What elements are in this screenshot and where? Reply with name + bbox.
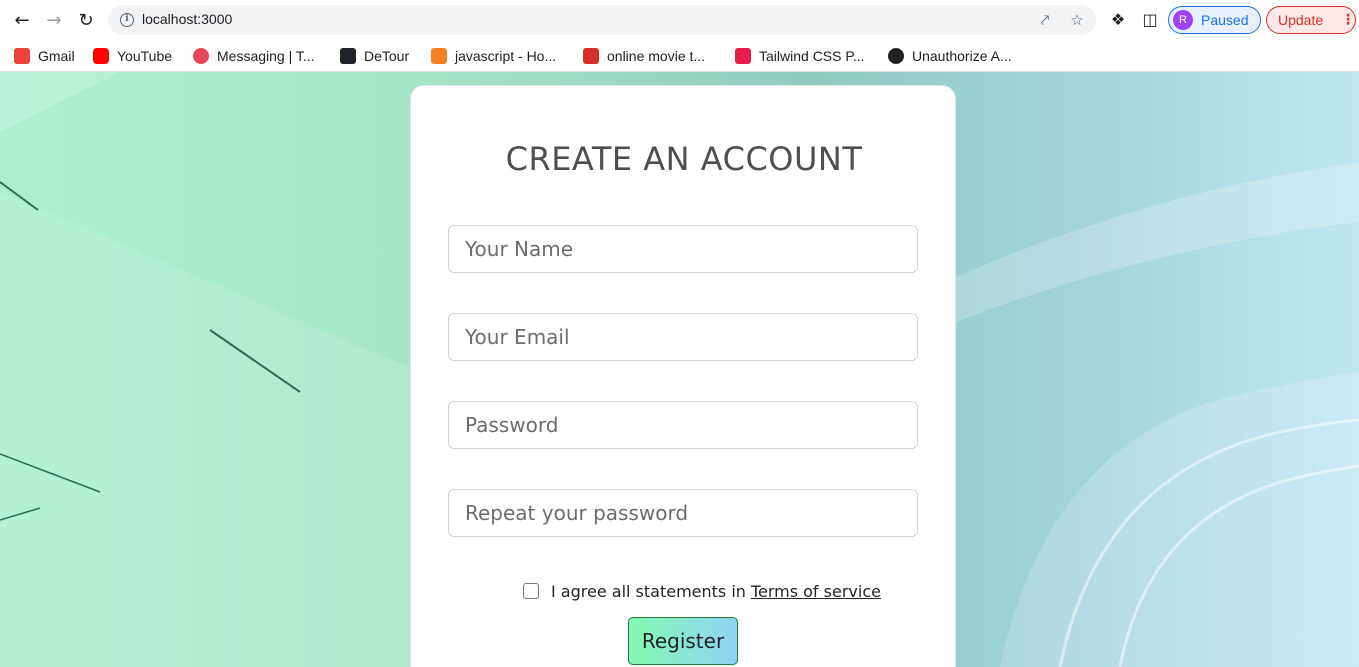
update-button[interactable]: Update ⋮ bbox=[1266, 6, 1356, 34]
terms-agreement: I agree all statements in Terms of servi… bbox=[523, 580, 881, 602]
bookmark-javascript[interactable]: javascript - Ho... bbox=[431, 45, 556, 67]
bookmark-label: Gmail bbox=[38, 48, 75, 64]
profile-button[interactable]: R Paused bbox=[1168, 6, 1261, 34]
browser-toolbar: ← → ↻ i localhost:3000 ⤤ ☆ ❖ ◫ R Paused … bbox=[0, 0, 1359, 40]
side-panel-icon[interactable]: ◫ bbox=[1140, 10, 1160, 30]
terms-checkbox[interactable] bbox=[523, 583, 539, 599]
gmail-icon bbox=[14, 48, 30, 64]
globe-icon bbox=[888, 48, 904, 64]
stackoverflow-icon bbox=[431, 48, 447, 64]
bookmark-star-icon[interactable]: ☆ bbox=[1068, 11, 1086, 29]
page-background: CREATE AN ACCOUNT I agree all statements… bbox=[0, 72, 1359, 667]
messaging-icon bbox=[193, 48, 209, 64]
page-title: CREATE AN ACCOUNT bbox=[505, 140, 863, 178]
profile-status: Paused bbox=[1201, 12, 1249, 28]
bookmark-detour[interactable]: DeTour bbox=[340, 45, 409, 67]
agree-text: I agree all statements in bbox=[551, 581, 746, 601]
bookmark-online-movie[interactable]: online movie t... bbox=[583, 45, 705, 67]
tailwind-icon bbox=[735, 48, 751, 64]
bookmarks-bar: Gmail YouTube Messaging | T... DeTour ja… bbox=[0, 40, 1359, 72]
bookmark-label: Unauthorize A... bbox=[912, 48, 1012, 64]
avatar: R bbox=[1173, 10, 1193, 30]
bookmark-messaging[interactable]: Messaging | T... bbox=[193, 45, 315, 67]
more-menu-icon[interactable]: ⋮ bbox=[1341, 11, 1355, 29]
terms-of-service-link[interactable]: Terms of service bbox=[751, 582, 881, 601]
address-bar[interactable]: i localhost:3000 ⤤ ☆ bbox=[108, 5, 1096, 35]
bookmark-label: YouTube bbox=[117, 48, 173, 64]
detour-icon bbox=[340, 48, 356, 64]
bookmark-gmail[interactable]: Gmail bbox=[14, 45, 75, 67]
bookmark-unauthorize[interactable]: Unauthorize A... bbox=[888, 45, 1012, 67]
youtube-icon bbox=[93, 48, 109, 64]
repeat-password-field[interactable] bbox=[448, 489, 918, 537]
link-icon bbox=[583, 48, 599, 64]
email-field[interactable] bbox=[448, 313, 918, 361]
back-arrow-icon[interactable]: ← bbox=[10, 8, 34, 32]
bookmark-label: javascript - Ho... bbox=[455, 48, 557, 64]
bookmark-label: online movie t... bbox=[607, 48, 706, 64]
register-button[interactable]: Register bbox=[628, 617, 738, 665]
bookmark-label: Tailwind CSS P... bbox=[759, 48, 865, 64]
share-icon[interactable]: ⤤ bbox=[1036, 11, 1054, 29]
info-icon[interactable]: i bbox=[120, 13, 134, 27]
bookmark-youtube[interactable]: YouTube bbox=[93, 45, 172, 67]
bookmark-label: DeTour bbox=[364, 48, 410, 64]
register-card: CREATE AN ACCOUNT I agree all statements… bbox=[410, 85, 956, 667]
name-field[interactable] bbox=[448, 225, 918, 273]
url-text[interactable]: localhost:3000 bbox=[142, 11, 232, 27]
bookmark-label: Messaging | T... bbox=[217, 48, 315, 64]
bookmark-tailwind[interactable]: Tailwind CSS P... bbox=[735, 45, 865, 67]
forward-arrow-icon[interactable]: → bbox=[42, 8, 66, 32]
extensions-puzzle-icon[interactable]: ❖ bbox=[1108, 10, 1128, 30]
reload-icon[interactable]: ↻ bbox=[74, 8, 98, 32]
update-label: Update bbox=[1278, 12, 1324, 28]
password-field[interactable] bbox=[448, 401, 918, 449]
